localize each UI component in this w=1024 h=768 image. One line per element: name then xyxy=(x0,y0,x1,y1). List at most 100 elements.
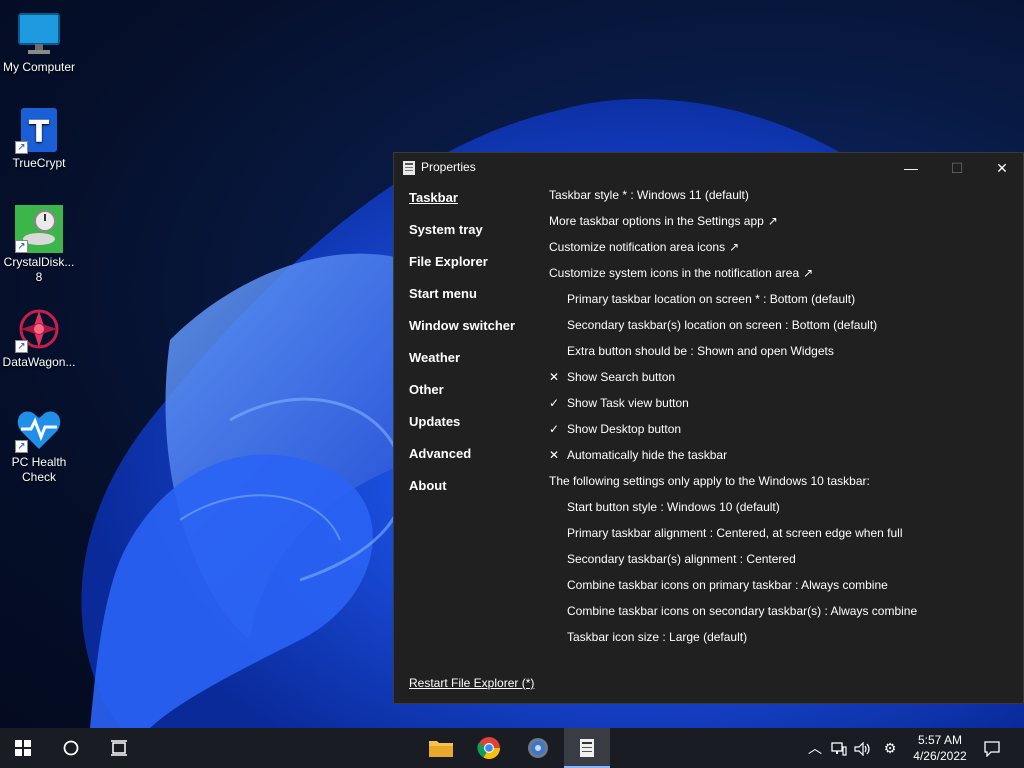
setting-label: Automatically hide the taskbar xyxy=(567,448,728,462)
volume-icon[interactable] xyxy=(852,728,874,768)
desktop-icon-crystaldisk[interactable]: ↗ CrystalDisk... 8 xyxy=(0,205,78,285)
setting-label: Combine taskbar icons on primary taskbar… xyxy=(567,578,888,592)
shortcut-arrow-icon: ↗ xyxy=(15,141,28,154)
windows-logo-icon xyxy=(15,739,31,756)
properties-app-icon xyxy=(403,161,415,175)
setting-taskbar-style[interactable]: Taskbar style * : Windows 11 (default) xyxy=(549,186,1019,212)
taskbar: ︿ ⚙ 5:57 AM 4/26/2022 xyxy=(0,728,1024,768)
desktop-icon-pc-health-check[interactable]: ↗ PC Health Check xyxy=(0,405,78,485)
setting-label: Taskbar icon size : Large (default) xyxy=(567,630,748,644)
setting-start-button-style[interactable]: Start button style : Windows 10 (default… xyxy=(549,498,1019,524)
setting-label: Primary taskbar alignment : Centered, at… xyxy=(567,526,903,540)
desktop-icon-label: PC Health Check xyxy=(11,455,67,484)
nav-item-system-tray[interactable]: System tray xyxy=(409,221,515,253)
crystaldisk-icon: ↗ xyxy=(15,205,63,253)
nav-item-other[interactable]: Other xyxy=(409,381,515,413)
setting-more-taskbar-options-link[interactable]: More taskbar options in the Settings app… xyxy=(549,212,1019,238)
cross-icon: ✕ xyxy=(549,448,560,462)
settings-list: Taskbar style * : Windows 11 (default) M… xyxy=(549,186,1019,654)
section-label: The following settings only apply to the… xyxy=(549,474,870,488)
setting-system-icons-link[interactable]: Customize system icons in the notificati… xyxy=(549,264,1019,290)
taskbar-settings-app[interactable] xyxy=(515,728,561,768)
checkmark-icon: ✓ xyxy=(549,422,560,436)
gear-icon[interactable]: ⚙ xyxy=(878,728,902,768)
start-button[interactable] xyxy=(0,728,46,768)
truecrypt-icon: T ↗ xyxy=(15,106,63,154)
sidebar-nav: Taskbar System tray File Explorer Start … xyxy=(409,189,515,509)
setting-label: Show Search button xyxy=(567,370,676,384)
maximize-button[interactable]: ☐ xyxy=(934,153,980,183)
setting-show-desktop-button[interactable]: ✓ Show Desktop button xyxy=(549,420,1019,446)
setting-primary-taskbar-location[interactable]: Primary taskbar location on screen * : B… xyxy=(549,290,1019,316)
search-button[interactable] xyxy=(48,728,94,768)
desktop-icon-label: CrystalDisk... 8 xyxy=(3,255,75,284)
task-view-button[interactable] xyxy=(96,728,142,768)
setting-secondary-taskbar-alignment[interactable]: Secondary taskbar(s) alignment : Centere… xyxy=(549,550,1019,576)
heart-health-icon: ↗ xyxy=(15,405,63,453)
taskbar-properties-app[interactable] xyxy=(564,728,610,768)
section-heading-windows10: The following settings only apply to the… xyxy=(549,472,1019,498)
setting-show-search-button[interactable]: ✕ Show Search button xyxy=(549,368,1019,394)
setting-notification-icons-link[interactable]: Customize notification area icons ↗ xyxy=(549,238,1019,264)
setting-label: Taskbar style * : Windows 11 (default) xyxy=(549,188,749,202)
nav-item-advanced[interactable]: Advanced xyxy=(409,445,515,477)
datawagon-icon: ↗ xyxy=(15,305,63,353)
desktop-icon-truecrypt[interactable]: T ↗ TrueCrypt xyxy=(0,106,78,171)
network-icon[interactable] xyxy=(828,728,850,768)
desktop-icon-label: My Computer xyxy=(2,60,76,74)
setting-label: Secondary taskbar(s) location on screen … xyxy=(567,318,878,332)
taskbar-file-explorer[interactable] xyxy=(418,728,464,768)
notification-center-icon[interactable] xyxy=(980,728,1004,768)
task-view-icon xyxy=(111,740,127,756)
setting-show-task-view-button[interactable]: ✓ Show Task view button xyxy=(549,394,1019,420)
setting-label: Secondary taskbar(s) alignment : Centere… xyxy=(567,552,796,566)
tray-overflow-chevron-icon[interactable]: ︿ xyxy=(804,728,826,768)
clock-time: 5:57 AM xyxy=(917,733,963,747)
monitor-icon xyxy=(15,10,63,58)
setting-label: Customize system icons in the notificati… xyxy=(549,266,800,280)
window-title: Properties xyxy=(421,160,476,174)
setting-label: Show Task view button xyxy=(567,396,689,410)
nav-item-file-explorer[interactable]: File Explorer xyxy=(409,253,515,285)
nav-item-updates[interactable]: Updates xyxy=(409,413,515,445)
minimize-button[interactable]: — xyxy=(888,153,934,183)
setting-label: Combine taskbar icons on secondary taskb… xyxy=(567,604,918,618)
desktop-icon-label: TrueCrypt xyxy=(12,156,66,170)
desktop-icon-datawagon[interactable]: ↗ DataWagon... xyxy=(0,305,78,370)
setting-auto-hide-taskbar[interactable]: ✕ Automatically hide the taskbar xyxy=(549,446,1019,472)
shortcut-arrow-icon: ↗ xyxy=(15,240,28,253)
taskbar-chrome[interactable] xyxy=(466,728,512,768)
close-button[interactable]: ✕ xyxy=(979,153,1024,183)
setting-combine-primary[interactable]: Combine taskbar icons on primary taskbar… xyxy=(549,576,1019,602)
setting-label: More taskbar options in the Settings app xyxy=(549,214,764,228)
svg-text:T: T xyxy=(29,115,50,150)
nav-item-window-switcher[interactable]: Window switcher xyxy=(409,317,515,349)
setting-primary-taskbar-alignment[interactable]: Primary taskbar alignment : Centered, at… xyxy=(549,524,1019,550)
file-explorer-icon xyxy=(429,740,453,757)
properties-window: Properties — ☐ ✕ Taskbar System tray Fil… xyxy=(393,152,1024,704)
nav-item-weather[interactable]: Weather xyxy=(409,349,515,381)
desktop-icon-label: DataWagon... xyxy=(2,355,76,369)
restart-file-explorer-link[interactable]: Restart File Explorer (*) xyxy=(409,676,534,690)
setting-combine-secondary[interactable]: Combine taskbar icons on secondary taskb… xyxy=(549,602,1019,628)
setting-label: Primary taskbar location on screen * : B… xyxy=(567,292,856,306)
search-circle-icon xyxy=(63,740,79,756)
properties-app-icon xyxy=(580,738,594,757)
external-link-icon: ↗ xyxy=(767,214,778,228)
clock-date: 4/26/2022 xyxy=(913,749,967,763)
shortcut-arrow-icon: ↗ xyxy=(15,340,28,353)
chrome-icon xyxy=(477,736,500,759)
external-link-icon: ↗ xyxy=(729,240,740,254)
setting-label: Show Desktop button xyxy=(567,422,682,436)
nav-item-start-menu[interactable]: Start menu xyxy=(409,285,515,317)
setting-extra-button[interactable]: Extra button should be : Shown and open … xyxy=(549,342,1019,368)
title-bar[interactable]: Properties — ☐ ✕ xyxy=(394,153,1023,183)
setting-secondary-taskbar-location[interactable]: Secondary taskbar(s) location on screen … xyxy=(549,316,1019,342)
desktop-icon-my-computer[interactable]: My Computer xyxy=(0,10,78,75)
nav-item-about[interactable]: About xyxy=(409,477,515,509)
clock[interactable]: 5:57 AM 4/26/2022 xyxy=(904,732,976,764)
setting-label: Extra button should be : Shown and open … xyxy=(567,344,834,358)
nav-item-taskbar[interactable]: Taskbar xyxy=(409,189,515,221)
setting-taskbar-icon-size[interactable]: Taskbar icon size : Large (default) xyxy=(549,628,1019,654)
shortcut-arrow-icon: ↗ xyxy=(15,440,28,453)
